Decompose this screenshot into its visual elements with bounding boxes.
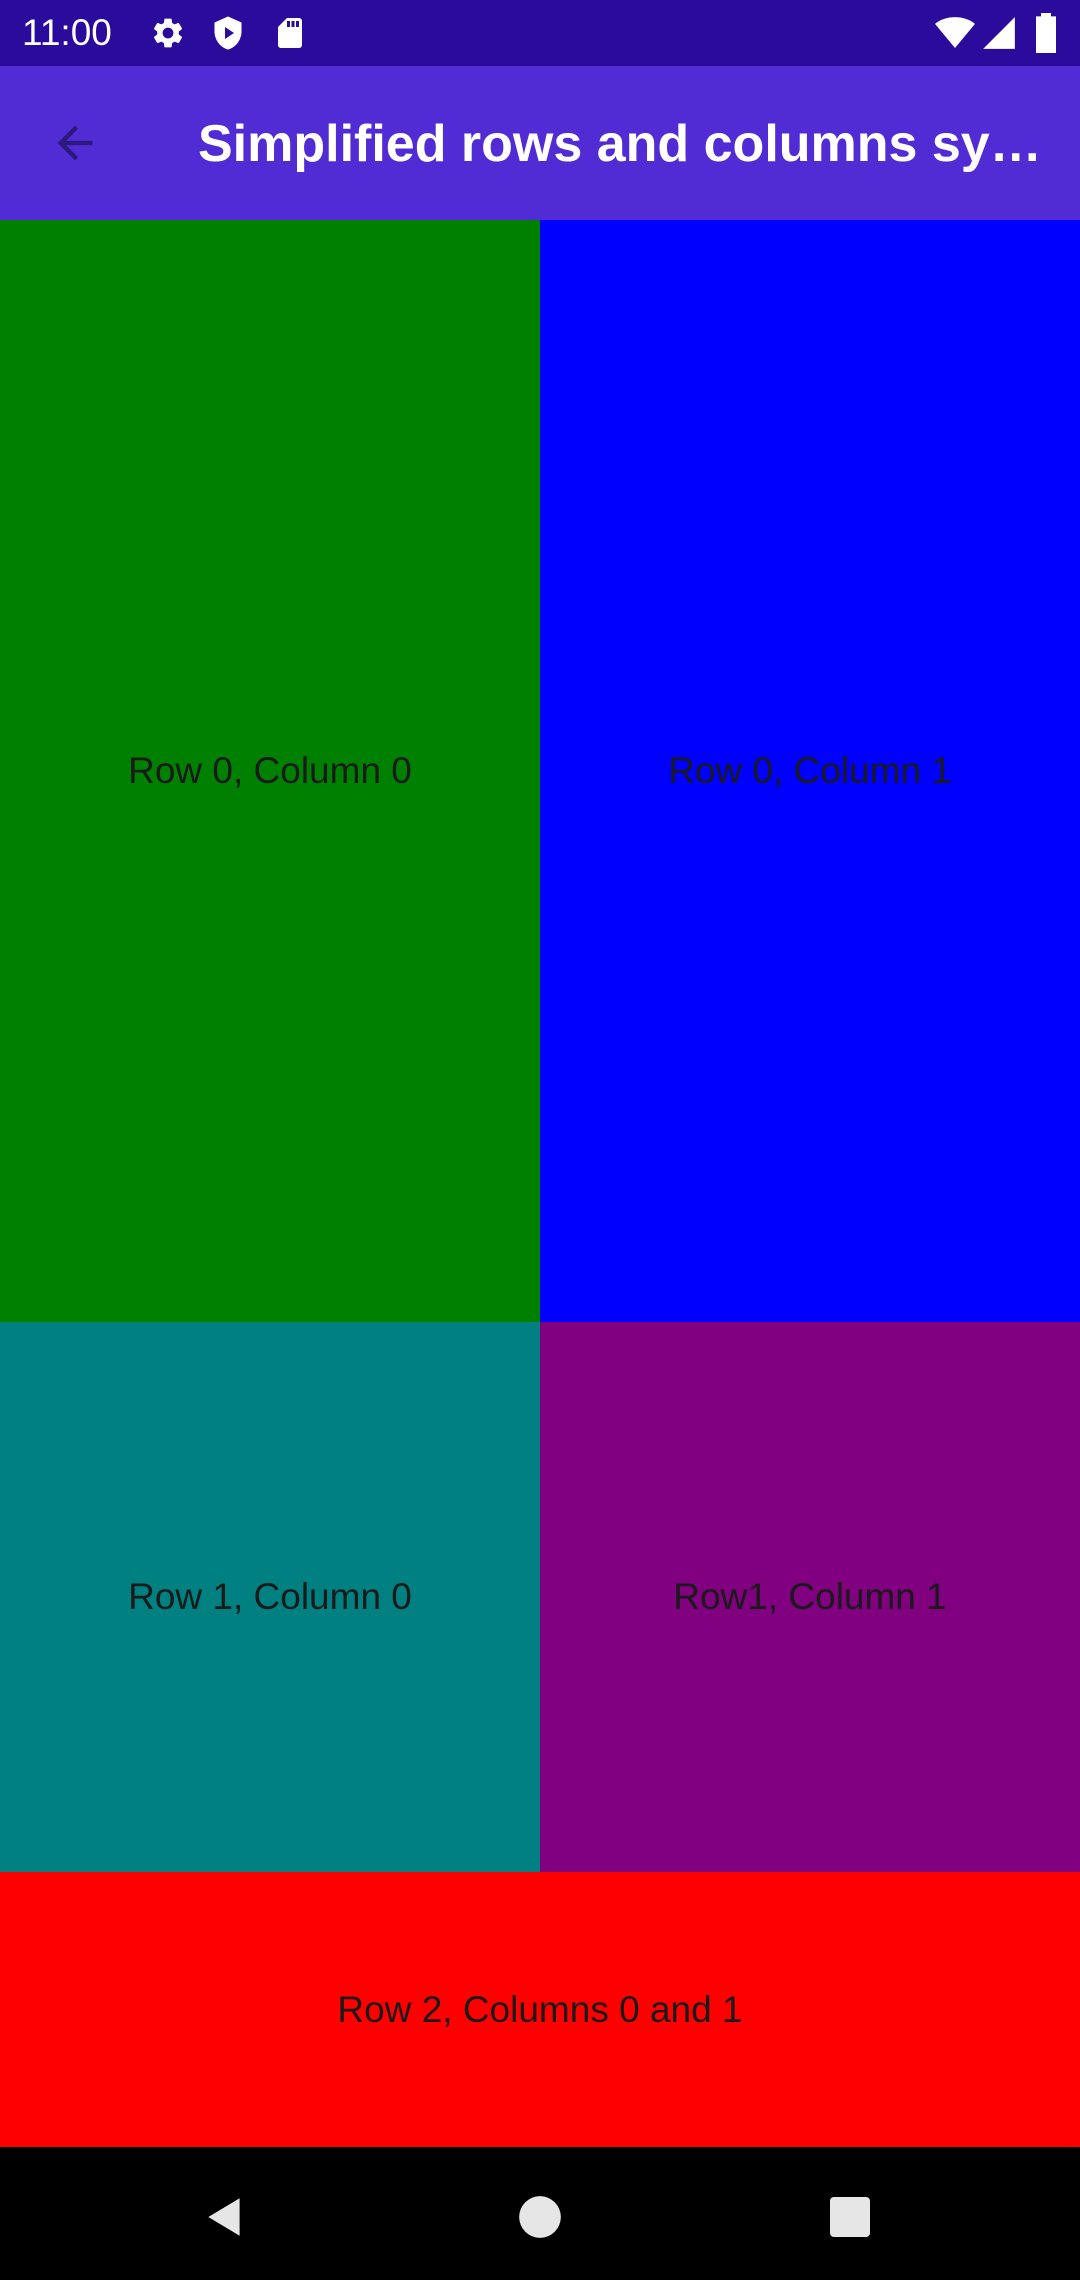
cell-signal-icon [983,17,1015,49]
back-button[interactable] [30,108,120,178]
cell-label: Row1, Column 1 [673,1576,947,1617]
battery-icon [1036,13,1056,53]
layout-grid: Row 0, Column 0 Row 0, Column 1 Row 1, C… [0,220,1080,2147]
cell-label: Row 0, Column 1 [668,750,952,791]
app-screen: 11:00 Simplified rows and columns syn… R… [0,0,1080,2280]
status-time: 11:00 [22,12,112,53]
cell-label: Row 0, Column 0 [128,750,412,791]
sd-card-icon [278,18,302,48]
cell-label: Row 1, Column 0 [128,1576,412,1617]
nav-recents-button[interactable] [810,2177,890,2257]
recents-square-icon [830,2197,870,2237]
status-bar: 11:00 [0,0,1080,66]
grid-cell-row2-span: Row 2, Columns 0 and 1 [0,1872,1080,2147]
nav-back-button[interactable] [185,2177,265,2257]
navigation-bar [0,2147,1080,2280]
app-bar: Simplified rows and columns syn… [0,66,1080,220]
arrow-back-icon [57,125,93,161]
grid-cell-row0-col0: Row 0, Column 0 [0,220,540,1322]
cell-label: Row 2, Columns 0 and 1 [337,1988,743,2030]
gear-icon [153,18,183,48]
page-title: Simplified rows and columns syn… [198,115,1050,173]
grid-cell-row1-col1: Row1, Column 1 [540,1322,1080,1872]
shield-play-icon [214,16,242,50]
grid-cell-row1-col0: Row 1, Column 0 [0,1322,540,1872]
home-circle-icon [519,2196,561,2238]
grid-cell-row0-col1: Row 0, Column 1 [540,220,1080,1322]
nav-home-button[interactable] [500,2177,580,2257]
back-triangle-icon [208,2198,240,2236]
wifi-icon [935,17,975,48]
